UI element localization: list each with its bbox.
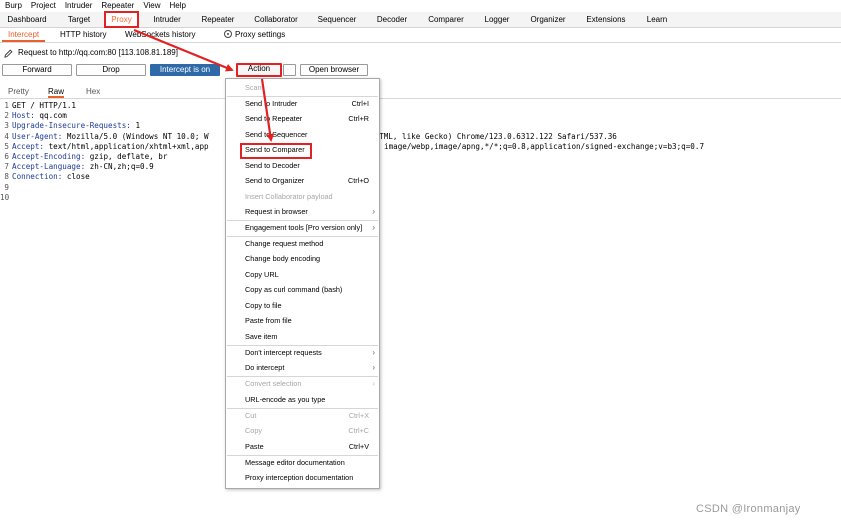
tab-target[interactable]: Target [56, 12, 102, 27]
editor-line: 8 Connection: close [4, 172, 90, 182]
menu-item-do-intercept[interactable]: Do intercept › [226, 361, 379, 375]
pencil-icon [4, 49, 13, 58]
menu-item-send-to-repeater[interactable]: Send to Repeater Ctrl+R [226, 112, 379, 126]
editor-line: 1 GET / HTTP/1.1 [4, 101, 77, 110]
menu-burp[interactable]: Burp [0, 0, 22, 12]
menu-item-url-encode-as-you-type[interactable]: URL-encode as you type [226, 393, 379, 407]
editor-line: 2 Host: qq.com [4, 111, 67, 121]
tab-websockets-history[interactable]: WebSockets history [119, 29, 202, 42]
proxy-settings-button[interactable]: Proxy settings [218, 29, 291, 42]
forward-button[interactable]: Forward [2, 64, 72, 76]
tab-organizer[interactable]: Organizer [522, 12, 574, 27]
tab-sequencer[interactable]: Sequencer [310, 12, 364, 27]
tab-intercept[interactable]: Intercept [2, 29, 46, 42]
chevron-right-icon: › [372, 363, 375, 372]
chevron-right-icon: › [372, 348, 375, 357]
menu-view[interactable]: View [138, 0, 160, 12]
tab-learn[interactable]: Learn [638, 12, 676, 27]
chevron-right-icon: › [372, 379, 375, 388]
menu-item-dont-intercept-requests[interactable]: Don't intercept requests › [226, 346, 379, 360]
tab-logger[interactable]: Logger [476, 12, 518, 27]
menu-item-change-request-method[interactable]: Change request method [226, 237, 379, 251]
open-browser-button[interactable]: Open browser [300, 64, 368, 76]
request-editor[interactable]: 1 GET / HTTP/1.1 2 Host: qq.com 3 Upgrade-I… [0, 101, 841, 202]
tab-hex[interactable]: Hex [86, 86, 100, 98]
request-target-text: Request to http://qq.com:80 [113.108.81.… [18, 48, 178, 57]
proxy-subtabs: Intercept HTTP history WebSockets histor… [0, 28, 841, 43]
action-dropdown-button[interactable] [283, 64, 296, 76]
tab-decoder[interactable]: Decoder [368, 12, 416, 27]
menu-item-paste-from-file[interactable]: Paste from file [226, 314, 379, 328]
editor-line: 10 [0, 192, 10, 202]
gear-icon [224, 30, 232, 38]
tab-collaborator[interactable]: Collaborator [246, 12, 306, 27]
editor-tabs: Pretty Raw Hex [0, 85, 841, 99]
editor-line: 5 Accept: text/html,application/xhtml+xml… [4, 141, 705, 151]
menu-item-cut: Cut Ctrl+X [245, 411, 369, 420]
drop-button[interactable]: Drop [76, 64, 146, 76]
menu-item-convert-selection: Convert selection › [226, 377, 379, 391]
tool-tabs: Dashboard Target Proxy Intruder Repeater… [0, 11, 841, 28]
menu-item-proxy-interception-documentation[interactable]: Proxy interception documentation [226, 471, 379, 485]
menu-item-message-editor-documentation[interactable]: Message editor documentation [226, 456, 379, 470]
menu-item-paste[interactable]: Paste Ctrl+V [226, 440, 379, 454]
menu-item-send-to-organizer[interactable]: Send to Organizer Ctrl+O [226, 174, 379, 188]
action-context-menu: Scan Send to Intruder Ctrl+I Send to Repe… [225, 78, 380, 489]
tab-raw[interactable]: Raw [48, 86, 65, 98]
menu-item-scan: Scan [245, 83, 262, 92]
intercept-toggle-button[interactable]: Intercept is on [150, 64, 220, 76]
proxy-settings-label: Proxy settings [235, 30, 286, 39]
menu-item-copy: Copy Ctrl+C [245, 426, 369, 435]
action-button[interactable]: Action [236, 63, 282, 77]
menu-item-copy-as-curl[interactable]: Copy as curl command (bash) [226, 283, 379, 297]
menu-item-engagement-tools[interactable]: Engagement tools [Pro version only] › [226, 221, 379, 235]
menu-project[interactable]: Project [26, 0, 56, 12]
menu-item-copy-to-file[interactable]: Copy to file [226, 299, 379, 313]
watermark: CSDN @Ironmanjay [696, 503, 801, 515]
annotation-highlight-box [240, 143, 312, 159]
tab-comparer[interactable]: Comparer [420, 12, 472, 27]
tab-http-history[interactable]: HTTP history [54, 29, 113, 42]
burp-suite-window: Burp Project Intruder Repeater View Help… [0, 0, 841, 525]
menu-item-send-to-intruder[interactable]: Send to Intruder Ctrl+I [226, 97, 379, 111]
editor-line: 9 [4, 182, 9, 192]
annotation-arrows [133, 28, 275, 142]
menu-item-change-body-encoding[interactable]: Change body encoding [226, 252, 379, 266]
menu-intruder[interactable]: Intruder [60, 0, 93, 12]
menu-item-request-in-browser[interactable]: Request in browser › [226, 205, 379, 219]
tab-dashboard[interactable]: Dashboard [0, 12, 54, 27]
tab-proxy[interactable]: Proxy [104, 11, 139, 28]
tab-intruder[interactable]: Intruder [145, 12, 189, 27]
request-info: Request to http://qq.com:80 [113.108.81.… [4, 47, 178, 59]
menu-help[interactable]: Help [165, 0, 186, 12]
menu-item-save-item[interactable]: Save item [226, 330, 379, 344]
tab-repeater[interactable]: Repeater [194, 12, 242, 27]
chevron-right-icon: › [372, 207, 375, 216]
chevron-right-icon: › [372, 223, 375, 232]
menu-item-copy-url[interactable]: Copy URL [226, 268, 379, 282]
editor-line: 6 Accept-Encoding: gzip, deflate, br [4, 151, 168, 161]
tab-pretty[interactable]: Pretty [8, 86, 29, 98]
menu-item-send-to-sequencer[interactable]: Send to Sequencer [226, 128, 379, 142]
editor-line: 4 User-Agent: Mozilla/5.0 (Windows NT 10.… [4, 131, 617, 141]
menu-item-insert-collaborator-payload: Insert Collaborator payload [245, 192, 333, 201]
editor-line: 7 Accept-Language: zh-CN,zh;q=0.9 [4, 162, 154, 172]
editor-line: 3 Upgrade-Insecure-Requests: 1 [4, 121, 141, 131]
menu-item-send-to-decoder[interactable]: Send to Decoder [226, 159, 379, 173]
tab-extensions[interactable]: Extensions [578, 12, 634, 27]
